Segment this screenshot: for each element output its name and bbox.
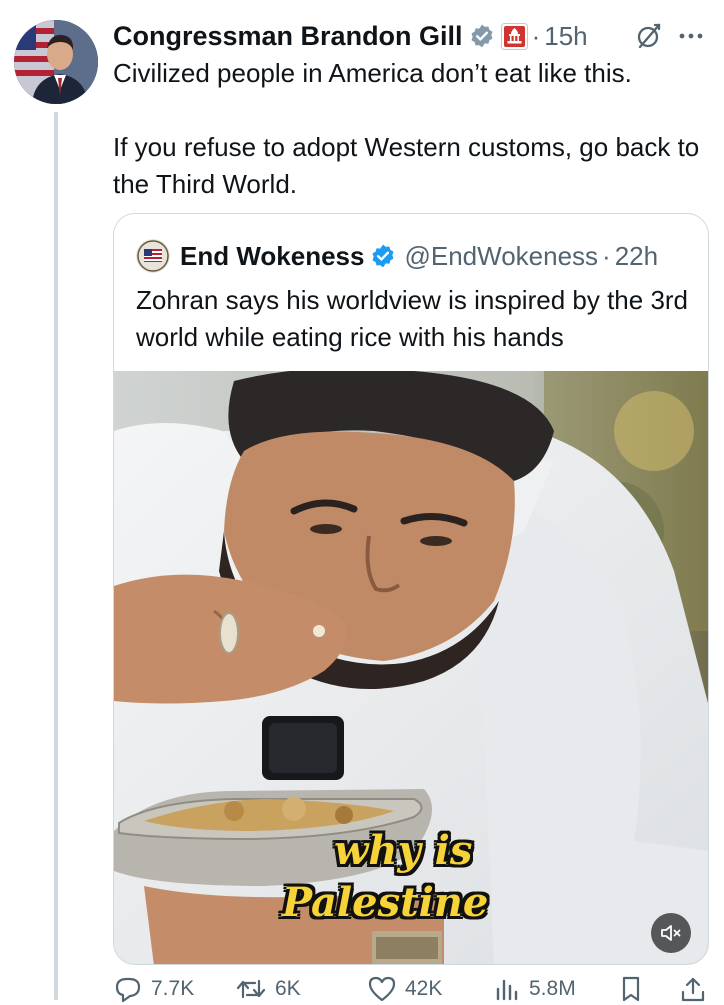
like-count: 42K bbox=[405, 977, 443, 1000]
post-time[interactable]: 15h bbox=[544, 21, 587, 52]
more-options-icon[interactable] bbox=[676, 22, 706, 50]
avatar-photo bbox=[14, 20, 98, 104]
video-caption-line-1: why is bbox=[334, 827, 473, 874]
views-chart-icon bbox=[496, 979, 518, 1001]
speaker-muted-icon bbox=[661, 925, 681, 941]
author-avatar[interactable] bbox=[14, 20, 98, 104]
quoted-video[interactable]: why is Palestine bbox=[114, 371, 708, 964]
like-button[interactable]: 42K bbox=[367, 975, 442, 1003]
post-text: Civilized people in America don’t eat li… bbox=[113, 55, 703, 203]
video-caption-line-2: Palestine bbox=[282, 879, 489, 926]
repost-button[interactable]: 6K bbox=[235, 975, 301, 1003]
post-text-line-1: Civilized people in America don’t eat li… bbox=[113, 58, 632, 88]
heart-icon bbox=[368, 976, 396, 1002]
quoted-post-time[interactable]: 22h bbox=[615, 241, 658, 272]
quoted-author-handle[interactable]: @EndWokeness bbox=[404, 241, 598, 272]
action-bar: 7.7K 6K 42K 5.8M bbox=[113, 975, 713, 1005]
video-frame bbox=[114, 371, 708, 964]
author-name[interactable]: Congressman Brandon Gill bbox=[113, 21, 463, 52]
bookmark-button[interactable] bbox=[618, 975, 652, 1003]
time-separator: · bbox=[531, 20, 541, 51]
us-capitol-government-badge-icon[interactable] bbox=[500, 22, 528, 50]
quoted-author-name[interactable]: End Wokeness bbox=[180, 241, 364, 272]
views-button[interactable]: 5.8M bbox=[493, 975, 576, 1003]
repost-count: 6K bbox=[275, 977, 301, 1000]
reply-count: 7.7K bbox=[151, 977, 195, 1000]
quoted-post-card[interactable]: End Wokeness @EndWokeness · 22h Zohran s… bbox=[113, 213, 709, 965]
mute-button[interactable] bbox=[651, 913, 691, 953]
post-header: Congressman Brandon Gill · 15h bbox=[113, 16, 588, 56]
quoted-author-avatar[interactable] bbox=[136, 239, 170, 273]
quoted-time-separator: · bbox=[602, 240, 611, 271]
grok-icon[interactable] bbox=[635, 22, 663, 50]
verified-badge-icon[interactable] bbox=[469, 23, 495, 49]
repost-icon bbox=[236, 979, 266, 999]
quoted-post-text: Zohran says his worldview is inspired by… bbox=[136, 285, 689, 352]
bookmark-icon bbox=[622, 976, 640, 1002]
views-count: 5.8M bbox=[529, 977, 576, 1000]
share-button[interactable] bbox=[679, 975, 715, 1003]
thread-line bbox=[54, 112, 58, 1000]
share-icon bbox=[681, 977, 705, 1002]
quoted-post-header: End Wokeness @EndWokeness · 22h bbox=[136, 236, 658, 276]
reply-button[interactable]: 7.7K bbox=[113, 975, 194, 1003]
reply-icon bbox=[115, 977, 141, 1003]
quoted-verified-badge-icon[interactable] bbox=[370, 243, 396, 269]
post-text-line-2: If you refuse to adopt Western customs, … bbox=[113, 132, 700, 199]
